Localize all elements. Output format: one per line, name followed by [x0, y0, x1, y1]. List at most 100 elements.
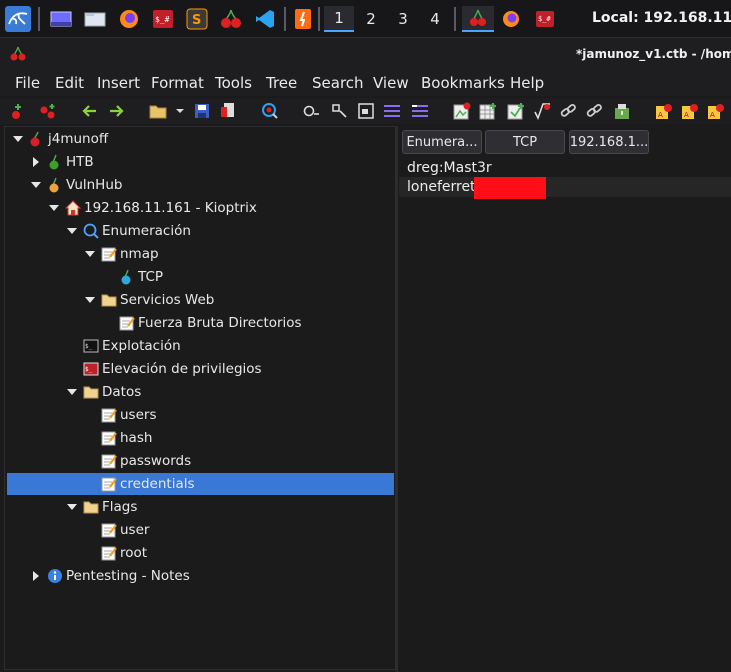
workspace-4[interactable]: 4: [420, 6, 450, 32]
content-line-2[interactable]: loneferret: [399, 177, 731, 197]
taskbar-separator: [454, 7, 456, 31]
tree-node-root[interactable]: root: [101, 542, 147, 564]
tree-node-enumeracion[interactable]: Enumeración: [65, 220, 191, 242]
tree-node-label: Enumeración: [102, 223, 191, 239]
terminal-window-icon[interactable]: $_#: [532, 6, 558, 32]
tree-node-label: Explotación: [102, 338, 181, 354]
export-pdf-icon[interactable]: A: [706, 101, 726, 121]
add-node-icon[interactable]: [8, 101, 28, 121]
insert-link-icon[interactable]: [558, 101, 578, 121]
workspace-2[interactable]: 2: [356, 6, 386, 32]
export-icon[interactable]: [218, 101, 238, 121]
insert-image-icon[interactable]: [452, 101, 472, 121]
tree-node-datos[interactable]: Datos: [65, 381, 141, 403]
tree-node-nmap[interactable]: nmap: [83, 243, 159, 265]
menu-format[interactable]: Format: [151, 74, 204, 92]
tree-node-j4munoff[interactable]: j4munoff: [11, 128, 108, 150]
firefox-window-icon[interactable]: [498, 6, 524, 32]
toggle-node-icon[interactable]: [302, 101, 322, 121]
expanded-arrow-icon[interactable]: [83, 247, 97, 261]
tree-node-label: nmap: [120, 246, 159, 262]
tree-node-user[interactable]: user: [101, 519, 149, 541]
file-manager-icon[interactable]: [82, 6, 108, 32]
menu-tree[interactable]: Tree: [266, 74, 297, 92]
taskbar-separator: [38, 7, 40, 31]
cherry-red-icon: [29, 131, 45, 147]
find-node-icon[interactable]: [260, 101, 280, 121]
expanded-arrow-icon[interactable]: [11, 132, 25, 146]
menu-bookmarks[interactable]: Bookmarks: [421, 74, 505, 92]
save-icon[interactable]: [192, 101, 212, 121]
pane-divider[interactable]: [396, 126, 398, 672]
menu-file[interactable]: File: [15, 74, 40, 92]
insert-codebox-icon[interactable]: [506, 101, 526, 121]
tree-node-hash[interactable]: hash: [101, 427, 152, 449]
workspace-1[interactable]: 1: [324, 6, 354, 32]
tree-node-label: user: [120, 522, 150, 538]
go-back-icon[interactable]: [80, 101, 100, 121]
menu-edit[interactable]: Edit: [55, 74, 84, 92]
note-icon: [101, 545, 117, 561]
insert-anchor-icon[interactable]: [584, 101, 604, 121]
node-content-pane[interactable]: Enumera... TCP 192.168.1... dreg:Mast3r …: [399, 126, 731, 672]
tree-node-passwords[interactable]: passwords: [101, 450, 191, 472]
collapsed-arrow-icon[interactable]: [29, 155, 43, 169]
menu-insert[interactable]: Insert: [97, 74, 140, 92]
window-titlebar: *jamunoz_v1.ctb - /home/ka: [0, 38, 731, 70]
kali-menu-icon[interactable]: [5, 6, 31, 32]
insert-formula-icon[interactable]: [532, 101, 552, 121]
vscode-icon[interactable]: [252, 6, 278, 32]
expanded-arrow-icon[interactable]: [83, 293, 97, 307]
tree-node-label: 192.168.11.161 - Kioptrix: [84, 200, 257, 216]
tree-node-vulnhub[interactable]: VulnHub: [29, 174, 122, 196]
sublime-text-icon[interactable]: S: [184, 6, 210, 32]
menu-view[interactable]: View: [373, 74, 409, 92]
table-icon[interactable]: [356, 101, 376, 121]
expanded-arrow-icon[interactable]: [65, 500, 79, 514]
tree-node-label: j4munoff: [48, 131, 109, 147]
expanded-arrow-icon[interactable]: [65, 385, 79, 399]
cherrytree-window-icon[interactable]: [462, 6, 494, 32]
tree-node-pentesting-notes[interactable]: Pentesting - Notes: [29, 565, 190, 587]
export-text-icon[interactable]: A: [680, 101, 700, 121]
tree-node-htb[interactable]: HTB: [29, 151, 94, 173]
tree-node-servicios-web[interactable]: Servicios Web: [83, 289, 214, 311]
svg-text:A: A: [684, 111, 689, 119]
breadcrumb-enumeracion[interactable]: Enumera...: [402, 130, 482, 154]
terminal-root-icon[interactable]: $_#: [150, 6, 176, 32]
expanded-arrow-icon[interactable]: [65, 224, 79, 238]
go-forward-icon[interactable]: [106, 101, 126, 121]
open-dropdown-icon[interactable]: [170, 101, 190, 121]
tree-node-tcp[interactable]: TCP: [119, 266, 163, 288]
add-subnode-icon[interactable]: [38, 101, 58, 121]
tree-node-explotacion[interactable]: $_ Explotación: [83, 335, 181, 357]
workspace-3[interactable]: 3: [388, 6, 418, 32]
tree-node-elevacion[interactable]: $_ Elevación de privilegios: [83, 358, 262, 380]
link-node-icon[interactable]: [330, 101, 350, 121]
burpsuite-icon[interactable]: [290, 6, 316, 32]
insert-table-icon[interactable]: [478, 101, 498, 121]
menu-search[interactable]: Search: [312, 74, 364, 92]
menu-tools[interactable]: Tools: [215, 74, 252, 92]
content-line-1[interactable]: dreg:Mast3r: [399, 158, 731, 178]
breadcrumb-tcp[interactable]: TCP: [485, 130, 565, 154]
tree-node-kioptrix[interactable]: 192.168.11.161 - Kioptrix: [47, 197, 257, 219]
open-file-icon[interactable]: [148, 101, 168, 121]
insert-timestamp-icon[interactable]: [612, 101, 632, 121]
firefox-icon[interactable]: [116, 6, 142, 32]
list-numbers-icon[interactable]: [410, 101, 430, 121]
expanded-arrow-icon[interactable]: [29, 178, 43, 192]
expanded-arrow-icon[interactable]: [47, 201, 61, 215]
tree-node-fuerza-bruta[interactable]: Fuerza Bruta Directorios: [119, 312, 302, 334]
list-bullets-icon[interactable]: [382, 101, 402, 121]
collapsed-arrow-icon[interactable]: [29, 569, 43, 583]
export-html-icon[interactable]: A: [654, 101, 674, 121]
tree-node-users[interactable]: users: [101, 404, 156, 426]
tree-node-flags[interactable]: Flags: [65, 496, 137, 518]
tree-node-credentials[interactable]: credentials: [7, 473, 394, 495]
desktop-icon[interactable]: [48, 6, 74, 32]
folder-icon: [101, 292, 117, 308]
breadcrumb-host[interactable]: 192.168.1...: [569, 130, 649, 154]
menu-help[interactable]: Help: [510, 74, 544, 92]
cherrytree-icon[interactable]: [218, 6, 244, 32]
